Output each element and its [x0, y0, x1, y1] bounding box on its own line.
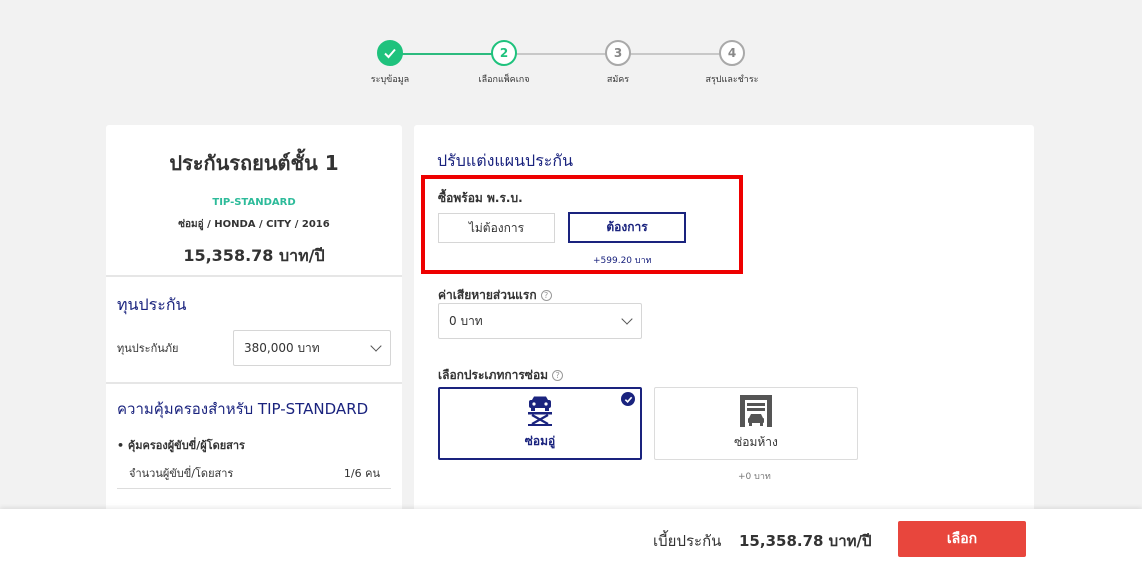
repair-dealer-option[interactable]: ซ่อมห้าง [654, 387, 858, 460]
repair-dealer-price: +0 บาท [738, 472, 771, 482]
step-4-circle: 4 [719, 40, 745, 66]
progress-stepper: 2 3 4 ระบุข้อมูล เลือกแพ็คเกจ สมัคร สรุป… [0, 40, 1142, 90]
sum-insured-select[interactable]: 380,000 บาท [233, 330, 391, 366]
plan-code: TIP-STANDARD [212, 197, 296, 208]
step-3-circle: 3 [605, 40, 631, 66]
customize-title: ปรับแต่งแผนประกัน [437, 151, 574, 170]
sum-insured-value: 380,000 บาท [244, 340, 320, 355]
compulsory-price: +599.20 บาท [593, 256, 652, 266]
step-1-circle [377, 40, 403, 66]
sticky-footer: เบี้ยประกัน 15,358.78 บาท/ปี เลือก [0, 509, 1142, 569]
step-connector [390, 53, 504, 55]
deductible-value: 0 บาท [449, 313, 483, 328]
plan-title: ประกันรถยนต์ชั้น 1 [169, 151, 339, 175]
sum-insured-section: ทุนประกัน ทุนประกันภัย 380,000 บาท [106, 277, 402, 384]
coverage-item-label: คุ้มครองผู้ขับขี่/ผู้โดยสาร [127, 439, 245, 452]
coverage-row: จำนวนผู้ขับขี่/โดยสาร 1/6 คน [117, 464, 391, 489]
coverage-title: ความคุ้มครองสำหรับ TIP-STANDARD [117, 400, 369, 418]
car-lift-icon [528, 396, 552, 426]
compulsory-no-button[interactable]: ไม่ต้องการ [438, 213, 555, 243]
check-icon [621, 392, 635, 406]
repair-garage-label: ซ่อมอู่ [524, 434, 556, 448]
repair-label-row: เลือกประเภทการซ่อม ? [438, 366, 564, 385]
repair-garage-option[interactable]: ซ่อมอู่ [438, 387, 642, 460]
step-1-label: ระบุข้อมูล [370, 75, 410, 85]
customize-panel: ปรับแต่งแผนประกัน ซื้อพร้อม พ.ร.บ. ไม่ต้… [414, 125, 1034, 525]
coverage-item: • คุ้มครองผู้ขับขี่/ผู้โดยสาร [117, 439, 245, 452]
chevron-down-icon [621, 313, 633, 325]
repair-label: เลือกประเภทการซ่อม [438, 368, 549, 382]
premium-value: 15,358.78 บาท/ปี [739, 532, 872, 550]
help-icon[interactable]: ? [540, 290, 552, 301]
sum-insured-title: ทุนประกัน [117, 295, 187, 314]
sum-insured-label: ทุนประกันภัย [117, 342, 179, 355]
compulsory-yes-button[interactable]: ต้องการ [568, 212, 686, 243]
premium-label: เบี้ยประกัน [653, 532, 722, 550]
repair-dealer-label: ซ่อมห้าง [734, 435, 778, 449]
coverage-section: ความคุ้มครองสำหรับ TIP-STANDARD • คุ้มคร… [106, 384, 402, 454]
step-2-label: เลือกแพ็คเกจ [478, 75, 530, 85]
dealer-garage-icon [740, 395, 772, 427]
step-4-label: สรุปและชำระ [705, 75, 759, 85]
coverage-row-label: จำนวนผู้ขับขี่/โดยสาร [129, 467, 234, 480]
plan-header: ประกันรถยนต์ชั้น 1 TIP-STANDARD ซ่อมอู่ … [106, 125, 402, 277]
step-3-label: สมัคร [606, 75, 630, 85]
plan-car-info: ซ่อมอู่ / HONDA / CITY / 2016 [178, 219, 330, 230]
compulsory-label: ซื้อพร้อม พ.ร.บ. [438, 191, 523, 205]
plan-price: 15,358.78 บาท/ปี [183, 246, 325, 265]
chevron-down-icon [370, 340, 382, 352]
select-plan-button[interactable]: เลือก [898, 521, 1026, 557]
help-icon[interactable]: ? [552, 370, 564, 381]
step-connector [504, 53, 618, 55]
coverage-row-value: 1/6 คน [343, 467, 380, 480]
plan-summary-panel: ประกันรถยนต์ชั้น 1 TIP-STANDARD ซ่อมอู่ … [106, 125, 402, 525]
step-2-circle: 2 [491, 40, 517, 66]
deductible-select[interactable]: 0 บาท [438, 303, 642, 339]
check-icon [384, 48, 396, 59]
step-connector [618, 53, 732, 55]
